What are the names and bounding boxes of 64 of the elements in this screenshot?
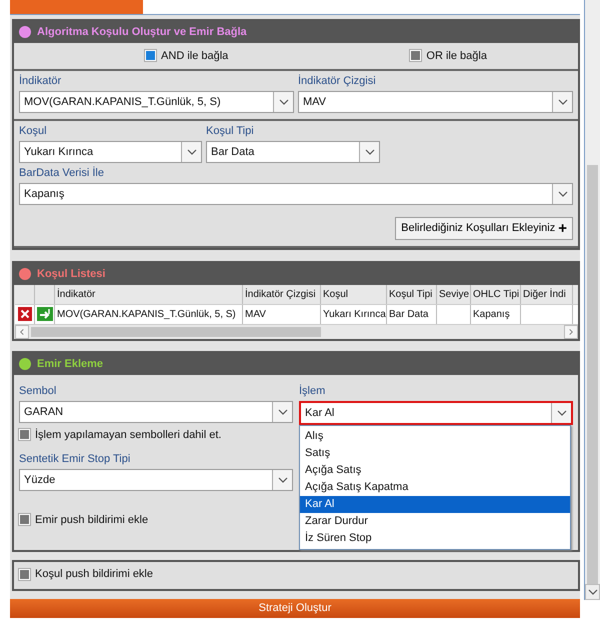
menu-item[interactable]: İz Süren Stop <box>300 530 570 547</box>
scrollbar[interactable] <box>584 0 600 600</box>
table-cell: MOV(GARAN.KAPANIS_T.Günlük, 5, S) <box>55 304 243 324</box>
menu-item[interactable]: Alış <box>300 428 570 445</box>
checkbox-label: Emir push bildirimi ekle <box>35 514 148 526</box>
scrollbar[interactable] <box>15 324 578 339</box>
column-header[interactable]: Seviye <box>437 284 471 304</box>
chevron-down-icon <box>558 190 568 197</box>
menu-item[interactable]: Kar Al <box>300 496 570 513</box>
table-cell: MAV <box>243 304 321 324</box>
chevron-right-icon[interactable] <box>564 324 578 339</box>
column-header[interactable]: İndikatör <box>55 284 243 304</box>
table-cell: Bar Data <box>387 304 437 324</box>
section-title: Emir Ekleme <box>37 358 104 370</box>
field-label: Sembol <box>19 384 58 397</box>
table-cell: Yukarı Kırınca <box>321 304 387 324</box>
chevron-down-icon <box>186 148 196 155</box>
chevron-down-icon <box>556 410 566 416</box>
chevron-down-icon <box>278 408 288 415</box>
dropdown[interactable]: GARAN <box>19 400 293 423</box>
chevron-down-icon <box>278 476 288 483</box>
checkbox-label: İşlem yapılamayan sembolleri dahil et. <box>35 428 222 441</box>
checkbox[interactable] <box>410 50 422 62</box>
chevron-down-icon <box>364 148 374 155</box>
field-label: İndikatör Çizgisi <box>298 74 377 87</box>
checkbox-label: AND ile bağla <box>161 50 228 62</box>
checkbox[interactable] <box>145 50 156 62</box>
create-strategy-button[interactable]: Strateji Oluştur <box>10 598 580 618</box>
column-header[interactable]: OHLC Tipi <box>471 284 521 304</box>
dropdown[interactable]: MOV(GARAN.KAPANIS_T.Günlük, 5, S) <box>19 90 294 113</box>
checkbox[interactable] <box>19 568 30 580</box>
delete-icon[interactable] <box>18 307 32 322</box>
column-header[interactable]: Diğer İndi <box>521 284 573 304</box>
checkbox-label: Koşul push bildirimi ekle <box>35 568 153 580</box>
column-header[interactable]: İndikatör Çizgisi <box>243 284 321 304</box>
field-label: Sentetik Emir Stop Tipi <box>19 452 132 465</box>
chevron-down-icon <box>588 589 598 595</box>
menu-item[interactable]: Satış <box>300 444 570 462</box>
chevron-down-icon <box>558 98 568 105</box>
menu-item[interactable]: Açığa Satış <box>300 462 570 479</box>
menu-item[interactable]: Açığa Satış Kapatma <box>300 478 570 496</box>
dropdown[interactable]: MAV <box>298 90 573 113</box>
dropdown[interactable]: Bar Data <box>206 140 380 163</box>
add-conditions-button[interactable]: Belirlediğiniz Koşulları Ekleyiniz + <box>395 216 573 240</box>
field-label: BarData Verisi İle <box>19 166 105 179</box>
checkbox[interactable] <box>19 429 30 440</box>
field-label: Koşul <box>19 124 48 137</box>
dropdown[interactable]: Kapanış <box>19 182 573 205</box>
menu-item[interactable]: Zarar Durdur <box>300 512 570 530</box>
dropdown[interactable]: Yüzde <box>19 468 293 491</box>
field-label: Koşul Tipi <box>206 124 255 137</box>
section-title: Algoritma Koşulu Oluştur ve Emir Bağla <box>37 26 247 38</box>
column-header[interactable]: Koşul <box>321 284 387 304</box>
field-label: İndikatör <box>19 74 62 87</box>
checkbox[interactable] <box>19 514 30 526</box>
chevron-down-icon <box>278 98 288 105</box>
table-cell: Kapanış <box>471 304 521 324</box>
dropdown[interactable]: Kar Al <box>299 400 573 425</box>
section-title: Koşul Listesi <box>37 268 106 280</box>
chevron-left-icon[interactable] <box>15 324 29 339</box>
field-label: İşlem <box>299 384 326 397</box>
dropdown[interactable]: Yukarı Kırınca <box>19 140 202 163</box>
checkbox-label: OR ile bağla <box>426 50 487 62</box>
column-header[interactable]: Koşul Tipi <box>387 284 437 304</box>
